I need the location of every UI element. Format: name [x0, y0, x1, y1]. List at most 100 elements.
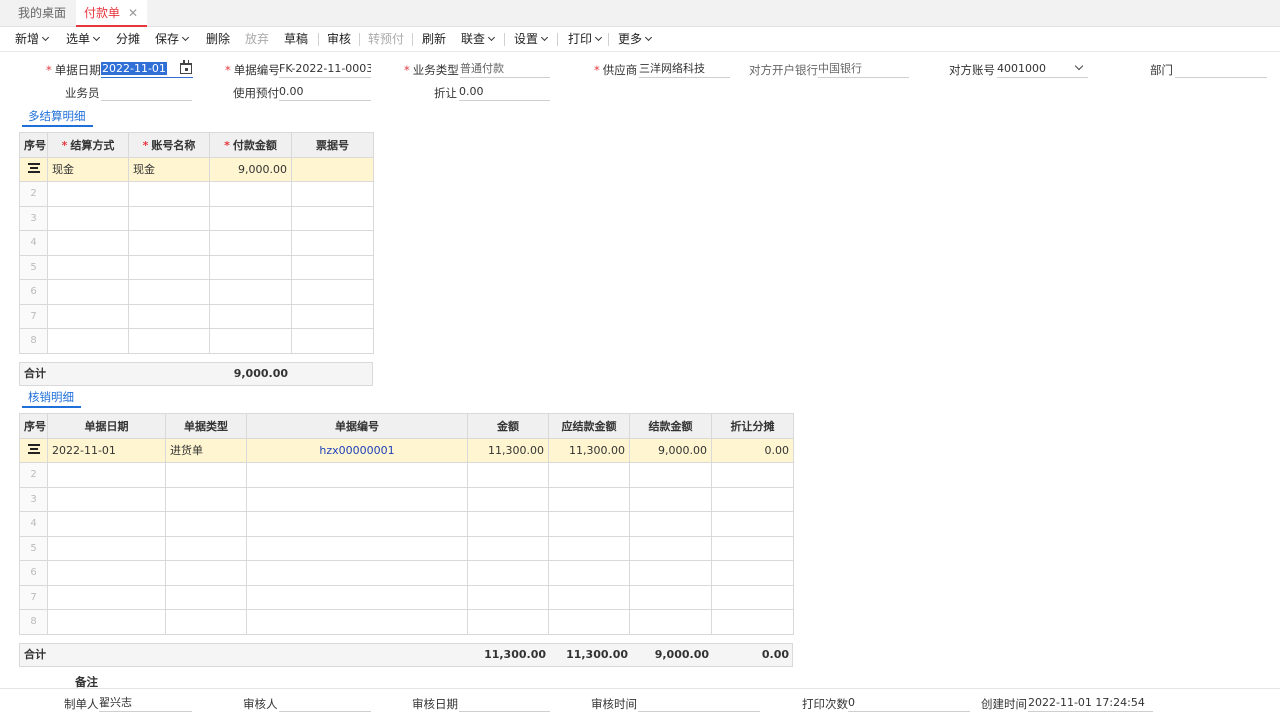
table-cell[interactable]: [467, 560, 549, 586]
table-cell[interactable]: [47, 560, 166, 586]
supplier-field[interactable]: 三洋网络科技: [639, 61, 730, 78]
table-row[interactable]: 8: [19, 609, 794, 635]
table-cell[interactable]: [128, 279, 210, 305]
table-cell[interactable]: [47, 584, 166, 610]
table-cell[interactable]: [47, 609, 166, 635]
table-row[interactable]: 6: [19, 560, 794, 586]
table-cell[interactable]: [209, 279, 292, 305]
table-cell[interactable]: 11,300.00: [467, 437, 549, 463]
tab-my-desktop[interactable]: 我的桌面: [18, 0, 66, 27]
settings-button[interactable]: 设置: [514, 27, 549, 51]
table-cell[interactable]: [291, 181, 374, 207]
table-cell[interactable]: [128, 181, 210, 207]
table-row[interactable]: 2022-11-01 进货单 hzx00000001 11,300.00 11,300.…: [19, 437, 794, 463]
docno-field[interactable]: FK-2022-11-0003: [279, 61, 371, 78]
calendar-icon[interactable]: [180, 60, 192, 74]
split-button[interactable]: 分摊: [116, 27, 140, 51]
biztype-field[interactable]: 普通付款: [460, 61, 550, 78]
audit-button[interactable]: 审核: [327, 27, 351, 51]
table-cell[interactable]: [548, 609, 630, 635]
table-cell[interactable]: [128, 328, 210, 354]
table-cell[interactable]: [209, 181, 292, 207]
save-button[interactable]: 保存: [155, 27, 190, 51]
table-row[interactable]: 6: [19, 279, 374, 305]
table-cell[interactable]: [47, 303, 129, 329]
clerk-field[interactable]: [101, 84, 192, 101]
table-cell[interactable]: 现金: [128, 156, 210, 182]
table-cell[interactable]: [47, 511, 166, 537]
table-cell[interactable]: [47, 230, 129, 256]
table-cell[interactable]: [711, 560, 794, 586]
table-cell[interactable]: [711, 609, 794, 635]
table-row[interactable]: 3: [19, 486, 794, 512]
table-cell[interactable]: [467, 609, 549, 635]
table-cell[interactable]: [467, 535, 549, 561]
table-cell[interactable]: [165, 511, 247, 537]
table-cell[interactable]: [291, 328, 374, 354]
prepay-field[interactable]: 0.00: [279, 84, 371, 101]
table-cell[interactable]: [548, 535, 630, 561]
table-cell[interactable]: 11,300.00: [548, 437, 630, 463]
table-cell[interactable]: [548, 486, 630, 512]
table-cell[interactable]: [548, 511, 630, 537]
table-cell[interactable]: 9,000.00: [629, 437, 712, 463]
bank-field[interactable]: 中国银行: [818, 61, 909, 78]
table-cell[interactable]: [291, 205, 374, 231]
table-cell[interactable]: [47, 535, 166, 561]
table-cell[interactable]: [291, 279, 374, 305]
table-cell[interactable]: [291, 230, 374, 256]
table-cell[interactable]: [548, 584, 630, 610]
table-cell[interactable]: [467, 486, 549, 512]
writeoff-section-title[interactable]: 核销明细: [28, 389, 74, 405]
doc-no-link[interactable]: hzx00000001: [246, 437, 468, 463]
table-cell[interactable]: [165, 609, 247, 635]
table-cell[interactable]: [128, 254, 210, 280]
abandon-button[interactable]: 放弃: [245, 27, 269, 51]
table-cell[interactable]: [209, 230, 292, 256]
table-cell[interactable]: [711, 535, 794, 561]
refresh-button[interactable]: 刷新: [422, 27, 446, 51]
table-cell[interactable]: [246, 535, 468, 561]
table-cell[interactable]: [165, 560, 247, 586]
table-cell[interactable]: [246, 511, 468, 537]
table-cell[interactable]: [165, 584, 247, 610]
account-select[interactable]: 4001000: [997, 61, 1088, 78]
table-cell[interactable]: [629, 535, 712, 561]
table-cell[interactable]: [128, 205, 210, 231]
table-cell[interactable]: [209, 254, 292, 280]
table-cell[interactable]: [209, 303, 292, 329]
table-cell[interactable]: [291, 156, 374, 182]
table-cell[interactable]: [165, 486, 247, 512]
table-row[interactable]: 5: [19, 535, 794, 561]
table-row[interactable]: 4: [19, 511, 794, 537]
table-cell[interactable]: [128, 230, 210, 256]
table-cell[interactable]: 9,000.00: [209, 156, 292, 182]
table-row[interactable]: 4: [19, 230, 374, 256]
table-cell[interactable]: [711, 511, 794, 537]
table-row[interactable]: 5: [19, 254, 374, 280]
row-menu-icon[interactable]: [27, 162, 40, 173]
table-cell[interactable]: [291, 303, 374, 329]
table-cell[interactable]: [47, 254, 129, 280]
table-cell[interactable]: [165, 535, 247, 561]
discount-field[interactable]: 0.00: [459, 84, 550, 101]
table-cell[interactable]: [47, 462, 166, 488]
table-cell[interactable]: [246, 584, 468, 610]
table-cell[interactable]: [246, 560, 468, 586]
table-cell[interactable]: [629, 609, 712, 635]
table-cell[interactable]: [548, 560, 630, 586]
new-button[interactable]: 新增: [15, 27, 50, 51]
table-cell[interactable]: [629, 584, 712, 610]
table-cell[interactable]: [548, 462, 630, 488]
table-cell[interactable]: [291, 254, 374, 280]
table-cell[interactable]: [629, 486, 712, 512]
table-cell[interactable]: [629, 462, 712, 488]
table-cell[interactable]: [47, 181, 129, 207]
more-button[interactable]: 更多: [618, 27, 653, 51]
table-cell[interactable]: [47, 279, 129, 305]
table-row[interactable]: 2: [19, 181, 374, 207]
tab-payment-voucher[interactable]: 付款单 ✕: [76, 0, 147, 27]
table-cell[interactable]: [246, 486, 468, 512]
table-cell[interactable]: [711, 462, 794, 488]
table-cell[interactable]: [209, 328, 292, 354]
